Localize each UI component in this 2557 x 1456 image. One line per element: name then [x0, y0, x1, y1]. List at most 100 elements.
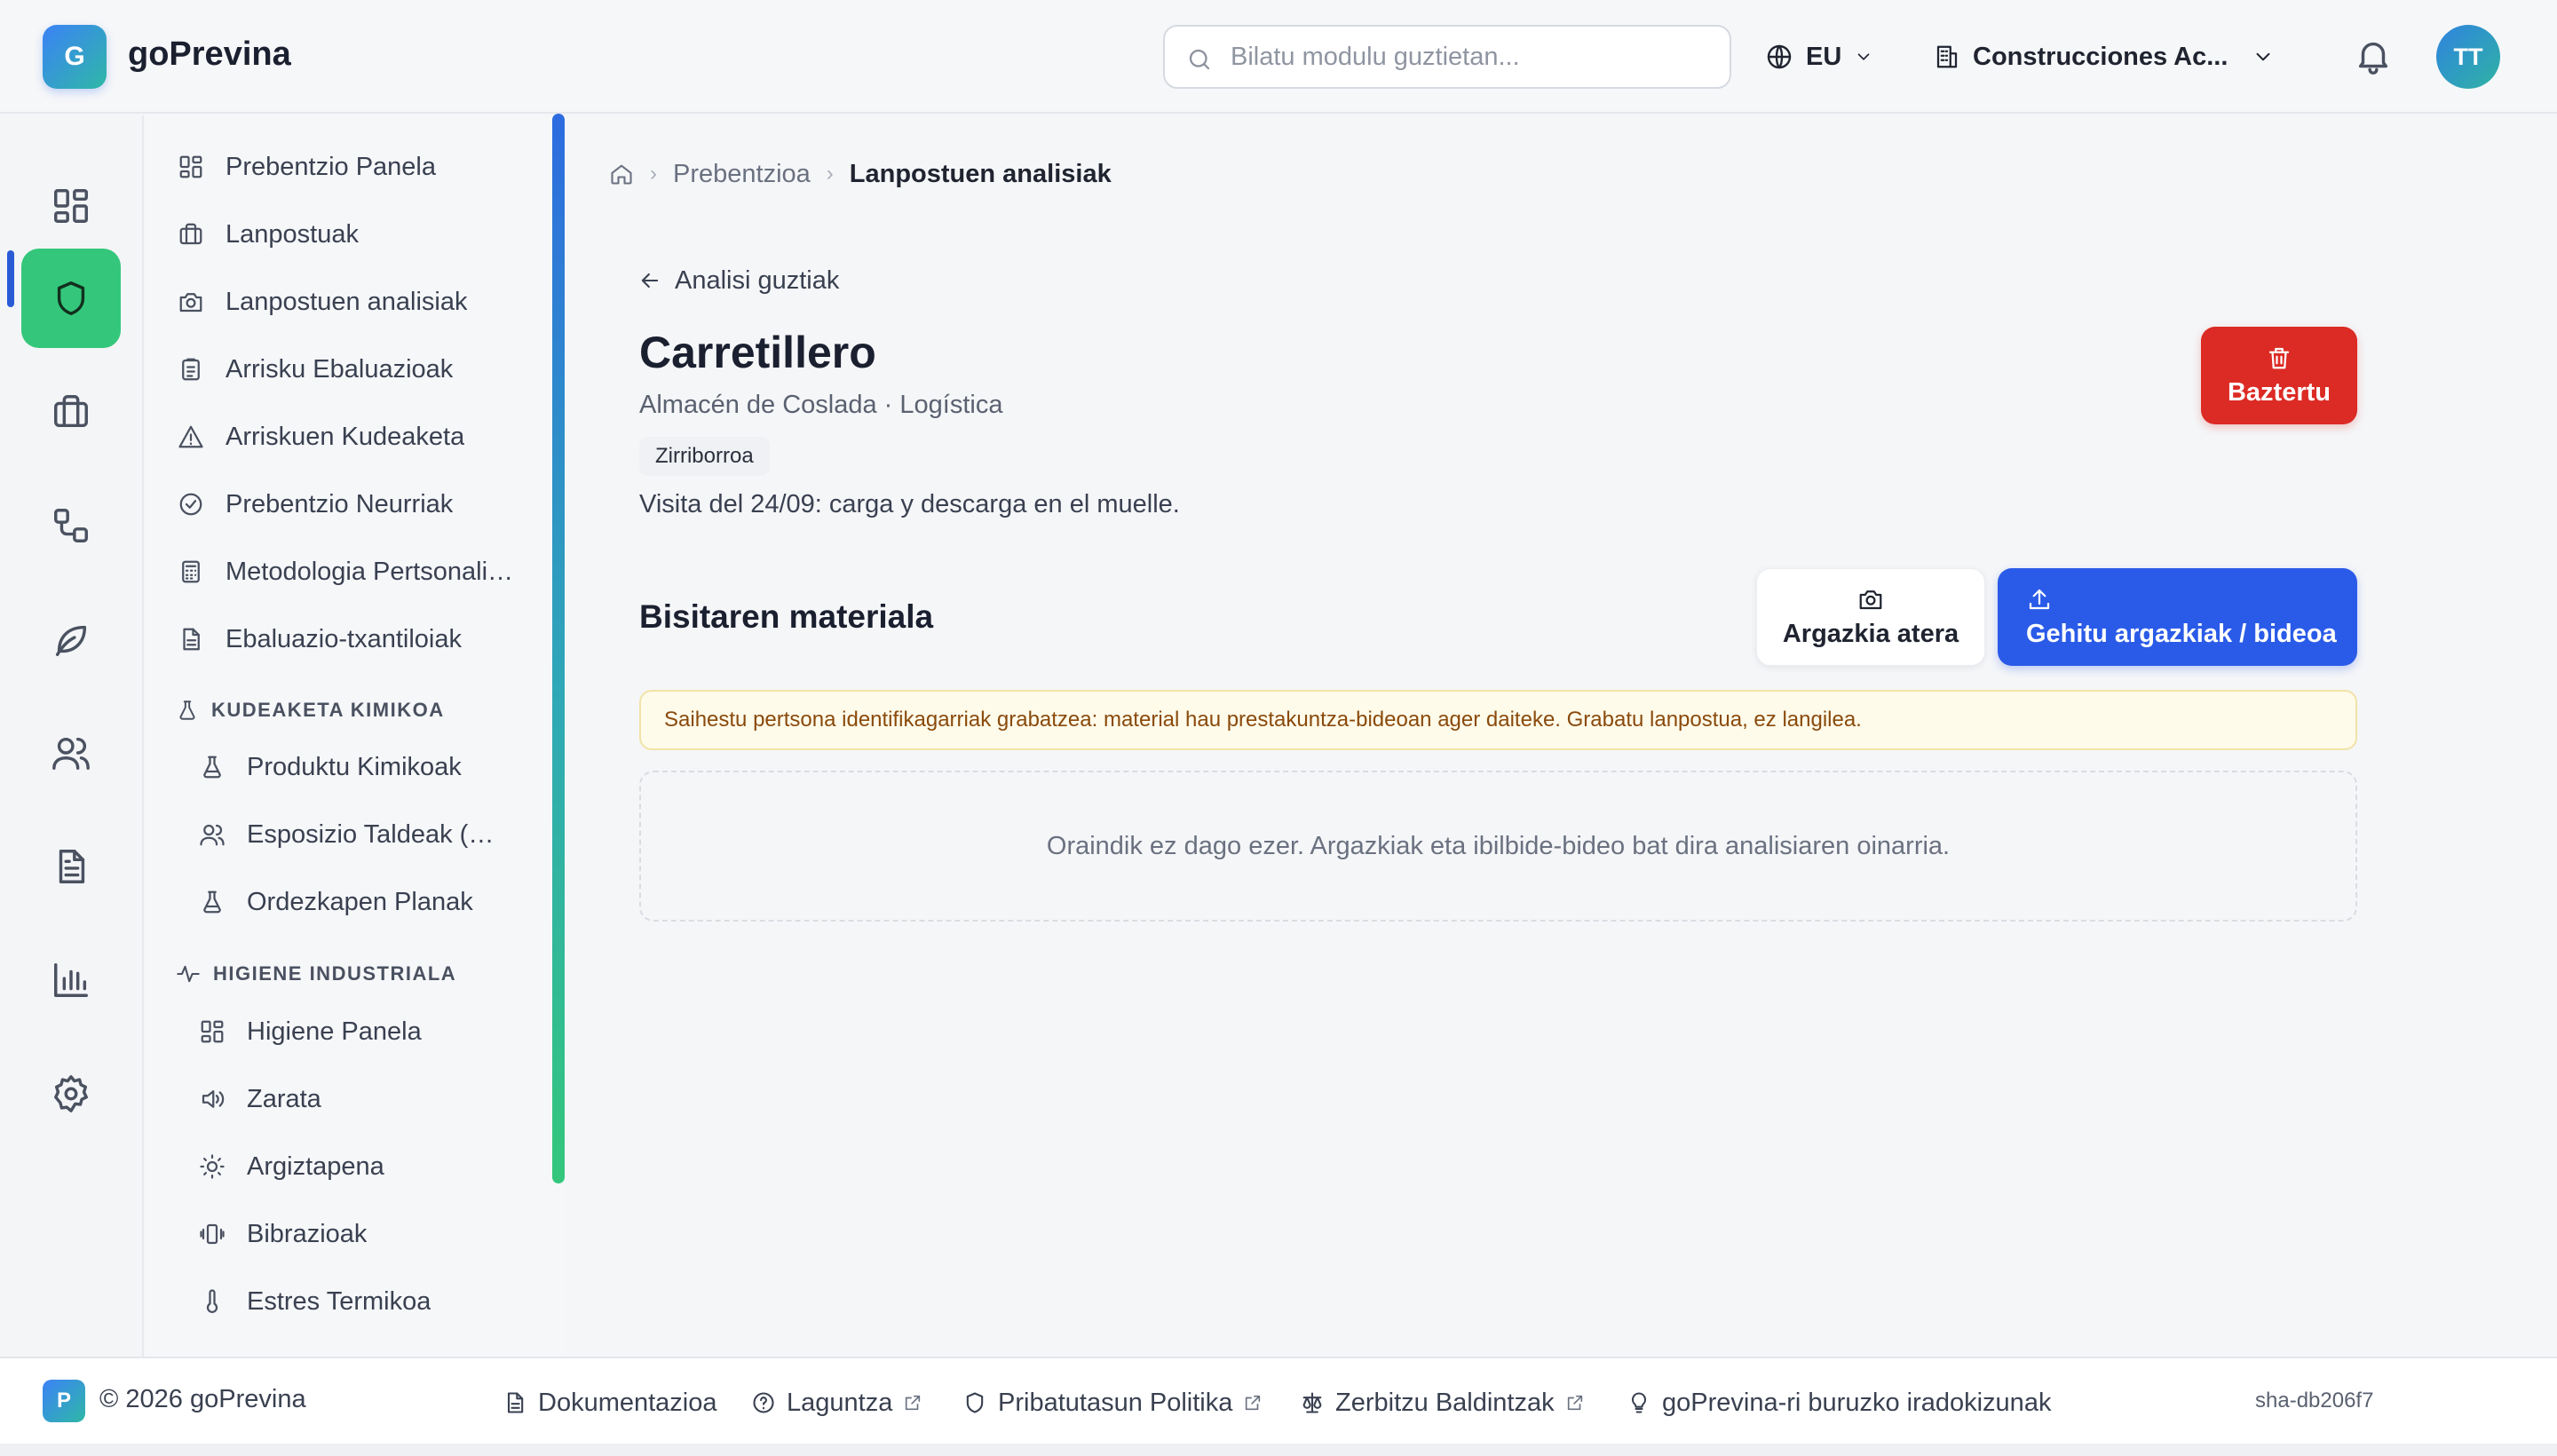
flask-icon — [176, 699, 199, 722]
footer-link-terms-of-service[interactable]: Zerbitzu Baldintzak — [1300, 1385, 1585, 1420]
language-selector[interactable]: EU — [1765, 36, 1873, 78]
sidebar-item-vibrations[interactable]: Bibrazioak — [197, 1213, 367, 1255]
sidebar-item-risk-management[interactable]: Arriskuen Kudeaketa — [176, 415, 464, 458]
check-circle-icon — [176, 489, 206, 519]
notifications-bell-icon[interactable] — [2353, 36, 2394, 76]
footer-link-label: Dokumentazioa — [538, 1388, 717, 1417]
rail-documents[interactable] — [21, 817, 121, 916]
trash-icon — [2266, 344, 2292, 371]
sidebar-item-prevention-panel[interactable]: Prebentzio Panela — [176, 146, 436, 188]
page-subtitle: Almacén de Coslada · Logística — [639, 391, 1003, 419]
rail-settings[interactable] — [21, 1044, 121, 1143]
sidebar-item-thermal-stress[interactable]: Estres Termikoa — [197, 1280, 431, 1323]
thermometer-icon — [197, 1286, 227, 1317]
activity-icon — [176, 961, 201, 986]
sidebar-item-custom-methodologies[interactable]: Metodologia Pertsonalizatuak — [176, 550, 519, 593]
external-link-icon — [1565, 1393, 1585, 1412]
warning-text: Saihestu pertsona identifikagarriak grab… — [664, 708, 1862, 732]
sidebar-item-noise[interactable]: Zarata — [197, 1078, 321, 1120]
sidebar-item-lighting[interactable]: Argiztapena — [197, 1145, 384, 1188]
briefcase-icon — [176, 219, 206, 249]
prevention-sidebar: Prebentzio Panela Lanpostuak Lanpostuen … — [146, 115, 566, 1357]
camera-icon — [1857, 586, 1884, 613]
speaker-icon — [197, 1084, 227, 1114]
footer-link-help[interactable]: Laguntza — [751, 1385, 922, 1420]
section-title-label: HIGIENE INDUSTRIALA — [213, 962, 457, 985]
document-icon — [503, 1390, 527, 1415]
sidebar-item-label: Bibrazioak — [247, 1219, 368, 1248]
upload-media-label: Gehitu argazkiak / bideoa — [2026, 619, 2337, 648]
sidebar-item-evaluation-templates[interactable]: Ebaluazio-txantiloiak — [176, 618, 462, 661]
company-selector[interactable]: Construcciones Ac... — [1934, 36, 2275, 78]
footer-link-feedback[interactable]: goPrevina-ri buruzko iradokizunak — [1627, 1385, 2051, 1420]
footer-link-label: Laguntza — [787, 1388, 893, 1417]
app-name[interactable]: goPrevina — [128, 36, 291, 74]
dashboard-icon — [51, 186, 91, 226]
user-avatar[interactable]: TT — [2436, 25, 2500, 89]
take-photo-label: Argazkia atera — [1782, 619, 1959, 648]
search-box[interactable] — [1163, 25, 1731, 89]
document-icon — [51, 846, 91, 887]
home-icon[interactable] — [609, 162, 634, 186]
users-icon — [51, 732, 91, 773]
breadcrumb-separator-icon: › — [826, 162, 834, 186]
clipboard-icon — [176, 354, 206, 384]
lightbulb-icon — [1627, 1390, 1651, 1415]
rail-workflow[interactable] — [21, 476, 121, 575]
sidebar-item-label: Prebentzio Panela — [226, 152, 436, 181]
sidebar-item-prevention-measures[interactable]: Prebentzio Neurriak — [176, 483, 453, 526]
active-rail-indicator — [7, 250, 14, 307]
main-content: › Prebentzioa › Lanpostuen analisiak Ana… — [568, 115, 2557, 1357]
rail-dashboard[interactable] — [21, 156, 121, 256]
footer-link-documentation[interactable]: Dokumentazioa — [503, 1385, 717, 1420]
discard-button[interactable]: Baztertu — [2201, 327, 2357, 424]
shield-icon — [51, 278, 91, 319]
company-name: Construcciones Ac... — [1973, 42, 2228, 71]
sidebar-item-workplaces[interactable]: Lanpostuak — [176, 213, 359, 256]
sidebar-item-label: Produktu Kimikoak — [247, 752, 462, 781]
building-icon — [1934, 44, 1960, 70]
external-link-icon — [903, 1393, 922, 1412]
visit-material-heading: Bisitaren materiala — [639, 598, 934, 635]
breadcrumb: › Prebentzioa › Lanpostuen analisiak — [609, 156, 1112, 192]
rail-reports[interactable] — [21, 930, 121, 1030]
dashboard-icon — [197, 1017, 227, 1047]
upload-media-button[interactable]: Gehitu argazkiak / bideoa — [1998, 568, 2357, 666]
rail-prevention[interactable] — [21, 249, 121, 348]
warning-icon — [176, 422, 206, 452]
app-logo[interactable]: G — [43, 25, 107, 89]
discard-button-label: Baztertu — [2227, 377, 2331, 407]
footer-copyright: © 2026 goPrevina — [99, 1385, 306, 1413]
vibration-icon — [197, 1219, 227, 1249]
chevron-down-icon — [2252, 45, 2275, 68]
file-text-icon — [176, 624, 206, 654]
rail-environment[interactable] — [21, 590, 121, 689]
briefcase-icon — [51, 392, 91, 432]
back-link-label: Analisi guztiak — [675, 265, 840, 295]
privacy-warning-banner: Saihestu pertsona identifikagarriak grab… — [639, 690, 2357, 750]
back-to-all-analyses-link[interactable]: Analisi guztiak — [637, 263, 839, 298]
sidebar-item-label: Arriskuen Kudeaketa — [226, 422, 465, 451]
take-photo-button[interactable]: Argazkia atera — [1756, 568, 1985, 666]
users-icon — [197, 819, 227, 850]
rail-people[interactable] — [21, 703, 121, 803]
sidebar-item-chemical-products[interactable]: Produktu Kimikoak — [197, 746, 462, 788]
section-chemical-management: KUDEAKETA KIMIKOA — [176, 692, 445, 728]
rail-workplaces[interactable] — [21, 362, 121, 462]
sidebar-scrollbar[interactable] — [552, 114, 565, 1183]
sidebar-item-workplace-analyses[interactable]: Lanpostuen analisiak — [176, 281, 467, 323]
sidebar-item-label: Higiene Panela — [247, 1017, 422, 1046]
sidebar-item-label: Zarata — [247, 1084, 321, 1113]
sidebar-item-hygiene-panel[interactable]: Higiene Panela — [197, 1010, 422, 1053]
breadcrumb-prevention[interactable]: Prebentzioa — [673, 160, 811, 189]
sidebar-item-label: Ordezkapen Planak — [247, 887, 473, 916]
sidebar-item-exposure-groups[interactable]: Esposizio Taldeak (GHE) — [197, 813, 513, 856]
leaf-icon — [51, 619, 91, 660]
breadcrumb-current: Lanpostuen analisiak — [849, 159, 1112, 188]
sidebar-item-substitution-plans[interactable]: Ordezkapen Planak — [197, 881, 473, 923]
shield-icon — [962, 1390, 987, 1415]
search-input[interactable] — [1231, 27, 1710, 87]
sidebar-item-risk-evaluations[interactable]: Arrisku Ebaluazioak — [176, 348, 453, 391]
footer-link-privacy-policy[interactable]: Pribatutasun Politika — [962, 1385, 1263, 1420]
search-icon — [1186, 46, 1213, 73]
